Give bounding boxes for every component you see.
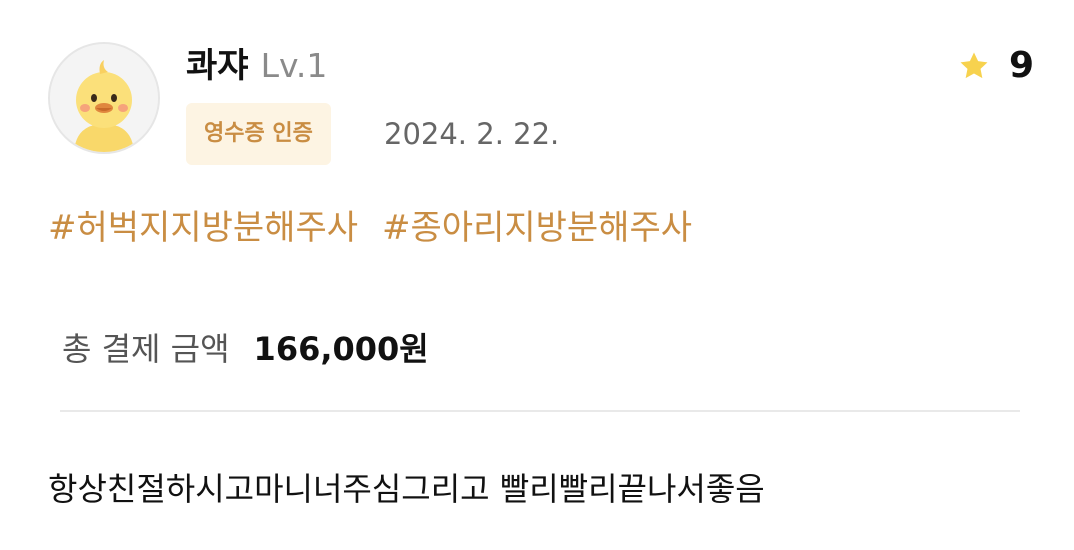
user-level: Lv.1 [260, 46, 328, 85]
review-date: 2024. 2. 22. [384, 117, 560, 151]
hashtag-list: #허벅지지방분해주사 #종아리지방분해주사 [48, 204, 692, 252]
user-name[interactable]: 콰쟈 [186, 46, 249, 86]
hashtag[interactable]: #허벅지지방분해주사 [48, 204, 358, 252]
hashtag[interactable]: #종아리지방분해주사 [382, 204, 692, 252]
star-icon [957, 49, 991, 83]
review-text: 항상친절하시고마니너주심그리고 빨리빨리끝나서좋음 [48, 470, 765, 508]
payment-amount: 166,000원 [253, 330, 429, 368]
avatar[interactable] [48, 42, 160, 154]
payment-total: 총 결제 금액 166,000원 [62, 326, 429, 372]
user-name-line: 콰쟈 Lv.1 [186, 42, 327, 90]
rating: 9 [957, 44, 1034, 88]
payment-label: 총 결제 금액 [62, 330, 230, 368]
duck-chick-icon [50, 44, 158, 152]
divider [60, 410, 1020, 412]
rating-value: 9 [1008, 45, 1034, 86]
receipt-verified-badge: 영수증 인증 [186, 103, 331, 165]
